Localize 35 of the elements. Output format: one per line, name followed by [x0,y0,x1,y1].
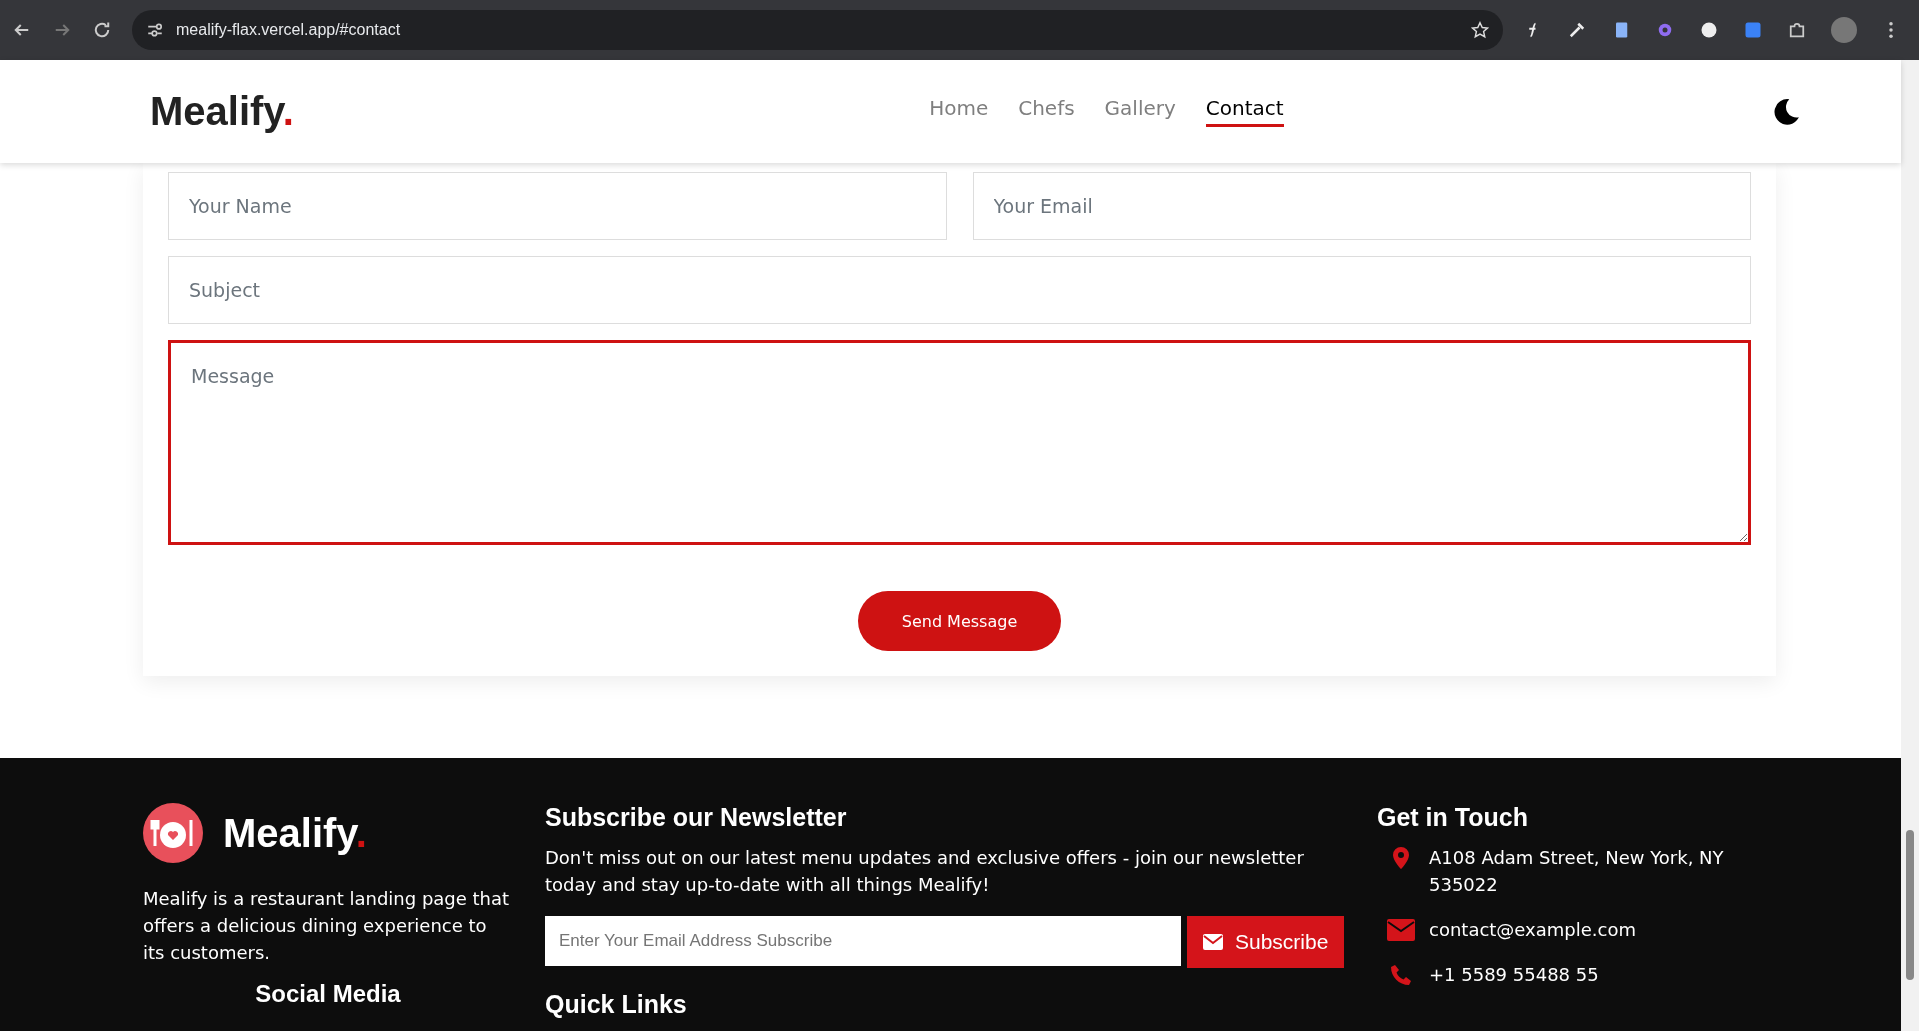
bookmark-star-icon[interactable] [1471,21,1489,39]
email-input[interactable]: Your Email [972,172,1751,241]
puzzle-icon[interactable] [1787,20,1807,40]
url-text: mealify-flax.vercel.app/#contact [176,21,402,39]
site-settings-icon[interactable] [146,21,164,39]
newsletter-text: Don't miss out on our latest menu updates and exclusive offers - join our newsletter today and stay up-to-date with all things Mealify! [545,846,1305,897]
social-media-heading: Social Media [254,980,402,1008]
nav-link[interactable]: Chefs [1018,96,1075,128]
profile-avatar[interactable] [1831,17,1857,43]
reload-icon[interactable] [92,20,112,40]
circle-icon[interactable] [1699,20,1719,40]
name-input[interactable]: Your Name [168,172,947,241]
send-message-button[interactable]: Send Message [858,591,1061,652]
site-logo[interactable]: Mealify. [150,89,294,135]
nav-link[interactable]: Home [929,96,989,128]
envelope-icon [1203,934,1223,950]
envelope-icon [1387,918,1415,942]
contact-detail: contact@example.com [1429,918,1636,942]
nav-link[interactable]: Gallery [1104,96,1176,128]
subject-input[interactable]: Subject [168,256,1751,325]
contact-detail: +1 5589 55488 55 [1429,963,1599,987]
address-bar[interactable]: mealify-flax.vercel.app/#contact [132,10,1503,50]
newsletter-email-input[interactable]: Enter Your Email Address Subscribe [545,916,1181,966]
footer-description: Mealify is a restaurant landing page that offers a delicious dining experience to its customers. [143,887,511,965]
nav-link[interactable]: Contact [1205,96,1284,128]
contact-detail: A108 Adam Street, New York, NY 535022 [1429,846,1725,897]
newsletter-heading: Subscribe our Newsletter [545,803,848,832]
plate-cutlery-icon [143,803,203,863]
message-textarea[interactable]: Message [168,340,1751,546]
scrollbar[interactable] [1901,60,1919,1031]
eyedropper-icon[interactable] [1567,20,1587,40]
subscribe-button[interactable]: Subscribe [1187,916,1345,968]
get-in-touch-heading: Get in Touch [1377,803,1529,832]
quick-links-heading: Quick Links [545,990,688,1019]
footer-logo[interactable]: Mealify. [223,810,367,856]
